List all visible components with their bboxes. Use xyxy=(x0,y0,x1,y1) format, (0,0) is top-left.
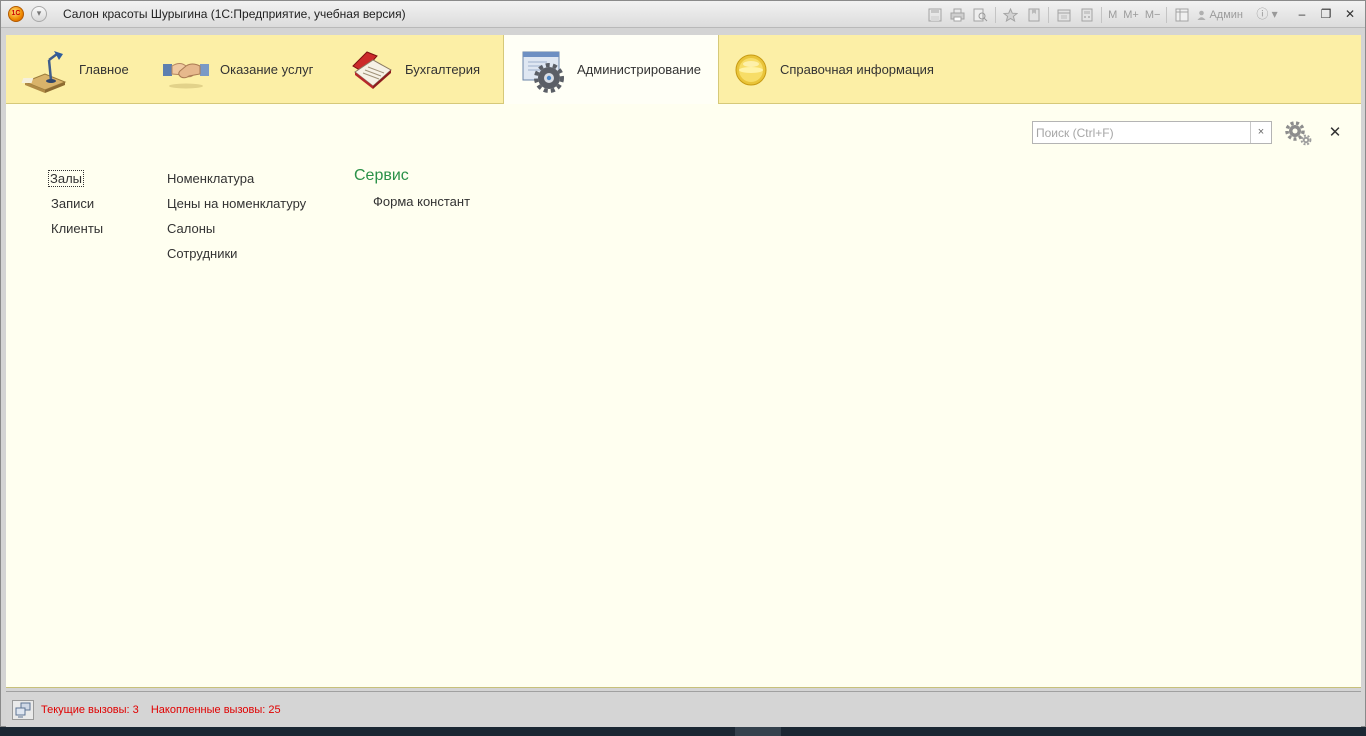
section-administration[interactable]: Администрирование xyxy=(503,35,719,104)
toolbar-separator xyxy=(1101,6,1103,23)
clear-search-button[interactable]: × xyxy=(1250,122,1271,143)
memory-subtract-button[interactable]: M− xyxy=(1142,9,1164,21)
group-title: Сервис xyxy=(354,167,409,184)
calculator-icon[interactable] xyxy=(1075,5,1098,24)
search-input[interactable] xyxy=(1033,122,1250,143)
memory-button[interactable]: M xyxy=(1105,9,1120,21)
command-link-salons[interactable]: Салоны xyxy=(167,216,306,241)
ledger-book-icon xyxy=(347,46,395,94)
minimize-button[interactable]: – xyxy=(1291,5,1313,23)
admin-gear-icon xyxy=(519,46,567,94)
command-link-constants-form[interactable]: Форма констант xyxy=(354,189,470,214)
command-column-1: Залы Записи Клиенты xyxy=(47,166,103,241)
main-menu-button[interactable]: ▾ xyxy=(31,6,47,22)
command-link-prices[interactable]: Цены на номенклатуру xyxy=(167,191,306,216)
user-icon xyxy=(1197,10,1206,20)
memory-add-button[interactable]: M+ xyxy=(1120,9,1142,21)
app-window: 1С ▾ Салон красоты Шурыгина (1С:Предприя… xyxy=(0,0,1366,727)
toolbar-separator xyxy=(1048,6,1050,23)
save-icon[interactable] xyxy=(923,5,946,24)
server-calls-icon[interactable] xyxy=(12,700,34,720)
section-reference-info[interactable]: Справочная информация xyxy=(719,35,949,104)
section-main[interactable]: Главное xyxy=(6,35,147,104)
favorite-star-icon[interactable] xyxy=(999,5,1022,24)
command-link-halls[interactable]: Залы xyxy=(47,166,103,191)
service-group: Сервис Форма констант xyxy=(354,167,470,214)
info-menu-icon[interactable]: ⓘ ▾ xyxy=(1253,5,1281,23)
user-name: Админ xyxy=(1209,8,1243,21)
title-bar: 1С ▾ Салон красоты Шурыгина (1С:Предприя… xyxy=(1,1,1365,28)
command-link-clients[interactable]: Клиенты xyxy=(49,216,103,241)
bookmarks-icon[interactable] xyxy=(1022,5,1045,24)
restore-button[interactable]: ❐ xyxy=(1315,5,1337,23)
section-content: × ✕ Залы Записи Клиенты Номенклатура Цен… xyxy=(6,104,1361,688)
title-toolbar: M M+ M− Админ xyxy=(923,5,1247,24)
command-link-employees[interactable]: Сотрудники xyxy=(167,241,306,266)
print-icon[interactable] xyxy=(946,5,969,24)
command-link-nomenclature[interactable]: Номенклатура xyxy=(167,166,306,191)
toolbar-separator xyxy=(1166,6,1168,23)
calendar-icon[interactable] xyxy=(1052,5,1075,24)
settings-gear-icon[interactable] xyxy=(1284,120,1312,146)
window-controls: – ❐ ✕ xyxy=(1291,5,1361,23)
section-label: Главное xyxy=(79,62,129,77)
section-services[interactable]: Оказание услуг xyxy=(147,35,332,104)
os-taskbar xyxy=(0,727,1366,736)
app-logo-icon[interactable]: 1С xyxy=(8,6,24,22)
performance-counters: Текущие вызовы: 3 Накопленные вызовы: 25 xyxy=(41,704,281,716)
handshake-icon xyxy=(162,46,210,94)
command-link-records[interactable]: Записи xyxy=(49,191,103,216)
info-disc-icon xyxy=(734,46,770,94)
search-box: × xyxy=(1032,121,1272,144)
section-label: Справочная информация xyxy=(780,62,934,77)
sections-panel: Главное Оказание услуг Бухгалтерия Админ… xyxy=(6,35,1361,104)
section-label: Бухгалтерия xyxy=(405,62,481,77)
close-window-button[interactable]: ✕ xyxy=(1339,5,1361,23)
section-label: Оказание услуг xyxy=(220,62,314,77)
command-column-2: Номенклатура Цены на номенклатуру Салоны… xyxy=(167,166,306,266)
taskbar-item[interactable] xyxy=(735,727,781,736)
status-bar: Текущие вызовы: 3 Накопленные вызовы: 25 xyxy=(6,691,1361,727)
section-label: Администрирование xyxy=(577,62,701,77)
print-preview-icon[interactable] xyxy=(969,5,992,24)
panels-layout-icon[interactable] xyxy=(1170,5,1193,24)
desk-lamp-icon xyxy=(21,46,69,94)
accumulated-calls: Накопленные вызовы: 25 xyxy=(150,704,281,716)
close-icon[interactable]: ✕ xyxy=(1327,123,1343,141)
toolbar-separator xyxy=(995,6,997,23)
section-accounting[interactable]: Бухгалтерия xyxy=(332,35,503,104)
current-user[interactable]: Админ xyxy=(1193,9,1247,21)
window-title: Салон красоты Шурыгина (1С:Предприятие, … xyxy=(63,7,406,21)
current-calls: Текущие вызовы: 3 xyxy=(41,704,139,716)
